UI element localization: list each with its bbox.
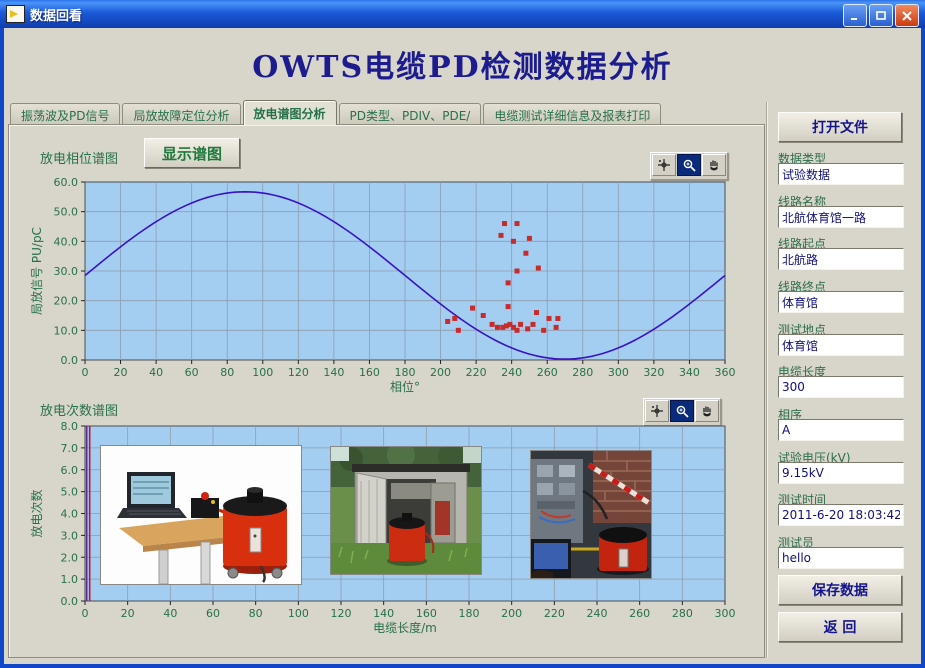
svg-text:120: 120: [288, 366, 309, 379]
svg-text:280: 280: [672, 607, 693, 620]
app-window: 数据回看 OWTS电缆PD检测数据分析 振荡波及PD信号 局放故障定位分析 放电…: [0, 0, 925, 668]
svg-text:20: 20: [114, 366, 128, 379]
svg-text:180: 180: [395, 366, 416, 379]
svg-text:140: 140: [373, 607, 394, 620]
svg-text:240: 240: [587, 607, 608, 620]
substation-shed-photo: [330, 446, 482, 575]
tab-bar: 振荡波及PD信号 局放故障定位分析 放电谱图分析 PD类型、PDIV、PDE/ …: [10, 102, 661, 125]
svg-text:60.0: 60.0: [54, 176, 79, 189]
svg-text:放电次数: 放电次数: [29, 489, 44, 537]
svg-text:140: 140: [323, 366, 344, 379]
svg-text:5.0: 5.0: [61, 486, 79, 499]
phase-spectrum-chart[interactable]: 0 20 40 60 80 100 120 140 160 180 200 220 240 260 280 3…: [25, 172, 740, 404]
maximize-icon: [875, 10, 887, 22]
test-location-field[interactable]: [778, 334, 904, 356]
line-end-field[interactable]: [778, 291, 904, 313]
svg-text:120: 120: [331, 607, 352, 620]
svg-text:340: 340: [679, 366, 700, 379]
svg-text:1.0: 1.0: [61, 573, 79, 586]
lab-equipment-photo: [100, 445, 302, 585]
svg-text:60: 60: [206, 607, 220, 620]
line-name-field[interactable]: [778, 206, 904, 228]
svg-text:0: 0: [82, 366, 89, 379]
svg-text:200: 200: [501, 607, 522, 620]
svg-text:6.0: 6.0: [61, 464, 79, 477]
data-type-field[interactable]: [778, 163, 904, 185]
onsite-test-photo: [530, 450, 652, 579]
show-spectrum-button[interactable]: 显示谱图: [144, 138, 240, 168]
minimize-icon: [849, 10, 861, 22]
save-data-button[interactable]: 保存数据: [778, 575, 902, 605]
window-title: 数据回看: [30, 5, 82, 24]
phase-spectrum-label: 放电相位谱图: [40, 148, 118, 167]
svg-text:7.0: 7.0: [61, 442, 79, 455]
svg-text:180: 180: [459, 607, 480, 620]
svg-text:80: 80: [220, 366, 234, 379]
svg-text:80: 80: [249, 607, 263, 620]
svg-text:2.0: 2.0: [61, 551, 79, 564]
svg-text:220: 220: [466, 366, 487, 379]
svg-text:300: 300: [608, 366, 629, 379]
svg-text:20.0: 20.0: [54, 295, 79, 308]
svg-text:160: 160: [359, 366, 380, 379]
svg-text:0.0: 0.0: [61, 595, 79, 608]
svg-text:3.0: 3.0: [61, 529, 79, 542]
back-button[interactable]: 返 回: [778, 612, 902, 642]
svg-text:相位°: 相位°: [390, 379, 420, 394]
svg-text:320: 320: [643, 366, 664, 379]
test-voltage-field[interactable]: [778, 462, 904, 484]
tester-field[interactable]: [778, 547, 904, 569]
svg-text:20: 20: [121, 607, 135, 620]
svg-text:50.0: 50.0: [54, 206, 79, 219]
page-title: OWTS电缆PD检测数据分析: [4, 42, 921, 86]
svg-text:200: 200: [430, 366, 451, 379]
svg-text:160: 160: [416, 607, 437, 620]
labview-app-icon: [6, 5, 25, 23]
open-file-button[interactable]: 打开文件: [778, 112, 902, 142]
close-icon: [901, 10, 913, 22]
svg-text:300: 300: [715, 607, 736, 620]
svg-text:280: 280: [572, 366, 593, 379]
svg-text:260: 260: [537, 366, 558, 379]
tab-oscillating-wave-pd-signal[interactable]: 振荡波及PD信号: [10, 103, 120, 125]
svg-text:40: 40: [163, 607, 177, 620]
tab-cable-test-details-report[interactable]: 电缆测试详细信息及报表打印: [483, 103, 661, 125]
svg-text:100: 100: [288, 607, 309, 620]
svg-text:360: 360: [715, 366, 736, 379]
svg-text:电缆长度/m: 电缆长度/m: [373, 620, 437, 635]
maximize-button[interactable]: [869, 4, 893, 27]
tab-discharge-spectrum-analysis[interactable]: 放电谱图分析: [243, 100, 337, 125]
svg-text:100: 100: [252, 366, 273, 379]
svg-text:10.0: 10.0: [54, 324, 79, 337]
minimize-button[interactable]: [843, 4, 867, 27]
titlebar[interactable]: 数据回看: [0, 0, 925, 28]
close-button[interactable]: [895, 4, 919, 27]
cable-length-field[interactable]: [778, 376, 904, 398]
svg-text:8.0: 8.0: [61, 420, 79, 433]
test-time-field[interactable]: [778, 504, 904, 526]
svg-text:240: 240: [501, 366, 522, 379]
svg-text:局放信号 PU/pC: 局放信号 PU/pC: [29, 227, 44, 315]
tab-pd-type-pdiv-pdev[interactable]: PD类型、PDIV、PDE/: [339, 103, 482, 125]
svg-text:4.0: 4.0: [61, 508, 79, 521]
svg-text:60: 60: [185, 366, 199, 379]
svg-text:30.0: 30.0: [54, 265, 79, 278]
svg-text:40.0: 40.0: [54, 235, 79, 248]
svg-text:0: 0: [82, 607, 89, 620]
svg-text:40: 40: [149, 366, 163, 379]
count-spectrum-label: 放电次数谱图: [40, 400, 118, 419]
svg-text:260: 260: [629, 607, 650, 620]
window-body: OWTS电缆PD检测数据分析 振荡波及PD信号 局放故障定位分析 放电谱图分析 …: [4, 28, 921, 664]
tab-pd-fault-location[interactable]: 局放故障定位分析: [122, 103, 240, 125]
svg-text:220: 220: [544, 607, 565, 620]
svg-text:0.0: 0.0: [61, 354, 79, 367]
phase-sequence-field[interactable]: [778, 419, 904, 441]
line-start-field[interactable]: [778, 248, 904, 270]
panel-divider: [766, 102, 767, 658]
